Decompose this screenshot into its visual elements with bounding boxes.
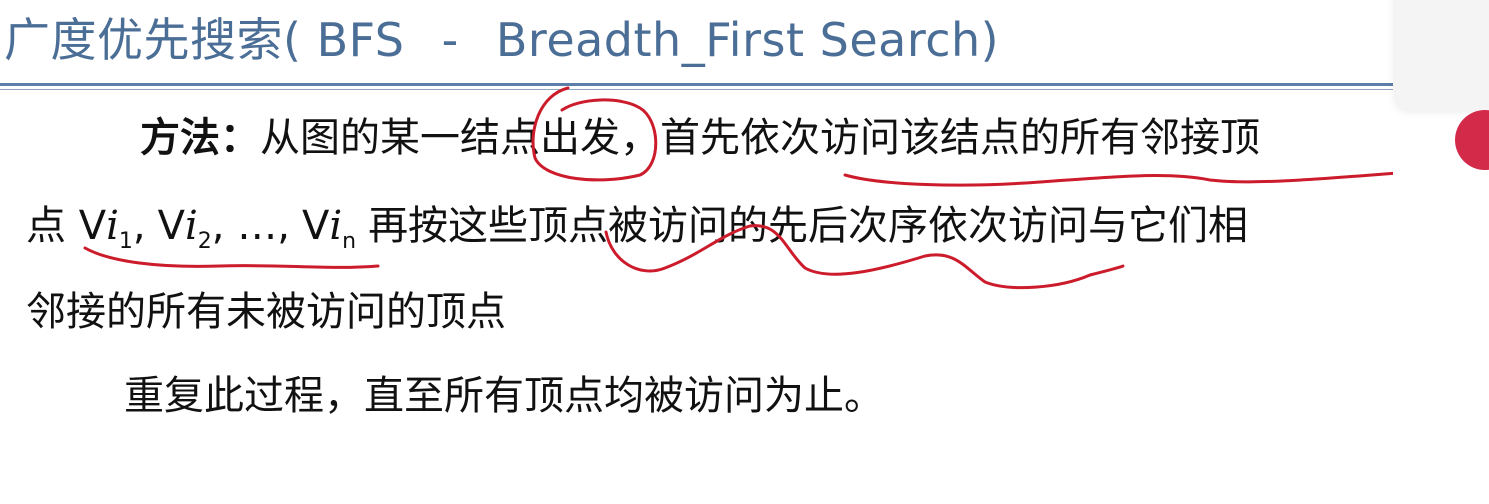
line2-prefix: 点	[26, 203, 66, 249]
title-abbr: BFS	[316, 13, 405, 67]
line3-text: 邻接的所有未被访问的顶点	[26, 289, 506, 335]
title-separator: -	[441, 13, 459, 67]
title-chinese: 广度优先搜索(	[4, 13, 302, 67]
title-rule-thick	[0, 83, 1393, 86]
vertex-n: Vin	[301, 203, 357, 254]
method-label: 方法	[140, 115, 220, 161]
paragraph-line-2: 点 Vi1, Vi2, …, Vin 再按这些顶点被访问的先后次序依次访问与它们相	[26, 196, 1248, 272]
slide: 广度优先搜索( BFS - Breadth_First Search) 方法：从…	[0, 0, 1489, 504]
line4-text: 重复此过程，直至所有顶点均被访问为止。	[124, 373, 884, 419]
vertex-2: Vi2, …,	[157, 203, 290, 254]
paragraph-line-3: 邻接的所有未被访问的顶点	[26, 282, 506, 342]
paragraph-line-1: 方法：从图的某一结点出发，首先依次访问该结点的所有邻接顶	[140, 108, 1260, 168]
title-rule-thin	[0, 89, 1393, 90]
paragraph-line-4: 重复此过程，直至所有顶点均被访问为止。	[124, 366, 884, 426]
vertex-1: Vi1,	[78, 203, 146, 254]
annotation-underline-adjacent	[843, 168, 1442, 187]
method-colon: ：	[220, 115, 260, 161]
line1-text: 从图的某一结点出发，首先依次访问该结点的所有邻接顶	[260, 115, 1260, 161]
title-english: Breadth_First Search)	[495, 13, 1000, 67]
video-overlay-card	[1396, 0, 1489, 110]
slide-title: 广度优先搜索( BFS - Breadth_First Search)	[4, 4, 999, 76]
line2-text: 再按这些顶点被访问的先后次序依次访问与它们相	[368, 203, 1249, 249]
